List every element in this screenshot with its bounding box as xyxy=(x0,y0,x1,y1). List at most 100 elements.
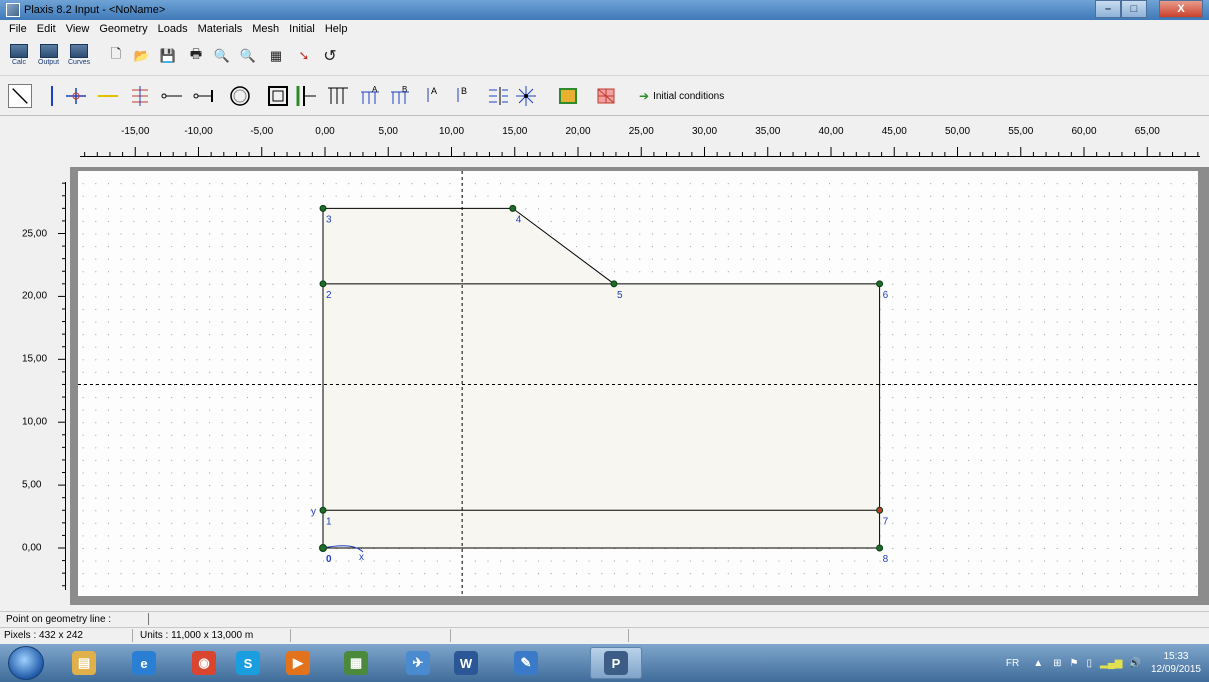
taskbar-app-skype[interactable]: S xyxy=(222,647,274,679)
interface-icon[interactable] xyxy=(128,84,152,108)
save-icon[interactable]: 💾 xyxy=(160,48,176,64)
curves-button[interactable]: Curves xyxy=(68,44,90,66)
grid-dot xyxy=(436,573,438,575)
distributed-load-a-icon[interactable]: A xyxy=(358,84,382,108)
grid-dot xyxy=(95,359,97,361)
grid-dot xyxy=(930,459,932,461)
network-icon[interactable]: ▂▄▆ xyxy=(1100,658,1122,669)
plate-icon[interactable] xyxy=(40,84,64,108)
grid-dot xyxy=(904,535,906,537)
clock[interactable]: 15:33 12/09/2015 xyxy=(1151,650,1201,676)
output-button[interactable]: Output xyxy=(38,44,59,66)
grid-dot xyxy=(209,271,211,273)
menu-mesh[interactable]: Mesh xyxy=(247,23,284,35)
geogrid-icon[interactable] xyxy=(96,84,120,108)
grid-dot xyxy=(677,246,679,248)
taskbar-app-app[interactable]: ▦ xyxy=(330,647,382,679)
taskbar-app-explorer[interactable]: ▤ xyxy=(58,647,110,679)
point-load-b-icon[interactable]: B xyxy=(450,84,474,108)
tray-up-icon[interactable]: ▲ xyxy=(1033,658,1043,669)
grid-dot xyxy=(82,497,84,499)
grid-dot xyxy=(942,258,944,260)
grid-dot xyxy=(576,573,577,575)
grid-dot xyxy=(1170,472,1172,474)
standard-fixities-icon[interactable] xyxy=(266,84,290,108)
geometry-line-icon[interactable] xyxy=(8,84,32,108)
open-folder-icon[interactable]: 📂 xyxy=(134,48,150,64)
calc-button[interactable]: Calc xyxy=(10,44,28,66)
grid-dot xyxy=(1157,522,1159,524)
new-file-icon[interactable]: 🗋 xyxy=(108,46,124,64)
grid-dot xyxy=(158,522,160,524)
grid-dot xyxy=(133,522,135,524)
tunnel-icon[interactable] xyxy=(228,84,252,108)
grid-dot xyxy=(1183,397,1185,399)
menu-help[interactable]: Help xyxy=(320,23,353,35)
point-load-a-icon[interactable]: A xyxy=(420,84,444,108)
hinge-icon[interactable] xyxy=(64,84,88,108)
close-button[interactable]: X xyxy=(1159,0,1203,18)
ruler-x-ticks xyxy=(80,147,1200,157)
grid-dot xyxy=(1195,497,1197,499)
grid-dot xyxy=(1031,472,1033,474)
grid-dot xyxy=(576,220,577,222)
windows-flag-icon[interactable]: ⊞ xyxy=(1053,658,1061,669)
taskbar-app-paint[interactable]: ✎ xyxy=(500,647,552,679)
taskbar-app-media[interactable]: ▶ xyxy=(272,647,324,679)
grid-dot xyxy=(145,208,147,210)
battery-icon[interactable]: ▯ xyxy=(1087,658,1093,669)
taskbar-app-plaxis[interactable]: P xyxy=(590,647,642,679)
taskbar-app-mail[interactable]: ✈ xyxy=(392,647,444,679)
taskbar-app-ie[interactable]: e xyxy=(118,647,170,679)
ruler-x-label: 65,00 xyxy=(1134,126,1160,137)
table-icon[interactable]: ▦ xyxy=(268,48,284,64)
drawing-canvas[interactable]: xy012345678 xyxy=(78,171,1198,596)
material-sets-icon[interactable] xyxy=(556,84,580,108)
zoom-out-icon[interactable]: 🔍 xyxy=(240,48,256,64)
minimize-button[interactable]: – xyxy=(1095,0,1121,18)
grid-dot xyxy=(1018,548,1020,549)
undo-icon[interactable]: ↺ xyxy=(322,48,338,65)
maximize-button[interactable]: □ xyxy=(1121,0,1147,18)
grid-dot xyxy=(892,585,894,587)
vertical-fixity-icon[interactable] xyxy=(326,84,350,108)
grid-dot xyxy=(1170,195,1172,197)
start-button[interactable] xyxy=(8,646,44,680)
grid-dot xyxy=(297,283,299,285)
grid-dot xyxy=(904,573,906,575)
grid-dot xyxy=(196,397,198,399)
grid-dot xyxy=(1094,208,1096,210)
prescribed-displacement-icon[interactable] xyxy=(486,84,510,108)
grid-dot xyxy=(1056,397,1058,399)
action-center-icon[interactable]: ⚑ xyxy=(1070,658,1079,669)
rotation-fixity-icon[interactable] xyxy=(514,84,538,108)
fixed-end-anchor-icon[interactable] xyxy=(192,84,216,108)
node-anchor-icon[interactable] xyxy=(160,84,184,108)
print-icon[interactable]: 🖶 xyxy=(188,46,204,64)
taskbar-app-word[interactable]: W xyxy=(440,647,492,679)
menu-geometry[interactable]: Geometry xyxy=(94,23,152,35)
language-indicator[interactable]: FR xyxy=(1006,658,1019,669)
grid-dot xyxy=(879,233,881,235)
selection-arrow-icon[interactable]: ➘ xyxy=(296,48,312,64)
menu-initial[interactable]: Initial xyxy=(284,23,320,35)
generate-mesh-icon[interactable] xyxy=(594,84,618,108)
grid-dot xyxy=(930,535,932,537)
initial-conditions-button[interactable]: ➔ Initial conditions xyxy=(639,89,724,103)
menu-view[interactable]: View xyxy=(61,23,95,35)
grid-dot xyxy=(133,510,135,512)
grid-dot xyxy=(1018,334,1020,336)
grid-dot xyxy=(145,359,147,361)
geometry-svg[interactable]: xy0123 45 678 xyxy=(78,171,1198,596)
menu-edit[interactable]: Edit xyxy=(32,23,61,35)
zoom-in-icon[interactable]: 🔍 xyxy=(214,48,230,64)
menu-file[interactable]: File xyxy=(4,23,32,35)
grid-dot xyxy=(930,359,932,361)
menu-materials[interactable]: Materials xyxy=(193,23,248,35)
horizontal-fixity-icon[interactable] xyxy=(294,84,318,108)
grid-dot xyxy=(158,346,160,348)
volume-icon[interactable]: 🔊 xyxy=(1128,658,1140,669)
distributed-load-b-icon[interactable]: B xyxy=(388,84,412,108)
grid-dot xyxy=(753,271,755,273)
menu-loads[interactable]: Loads xyxy=(153,23,193,35)
